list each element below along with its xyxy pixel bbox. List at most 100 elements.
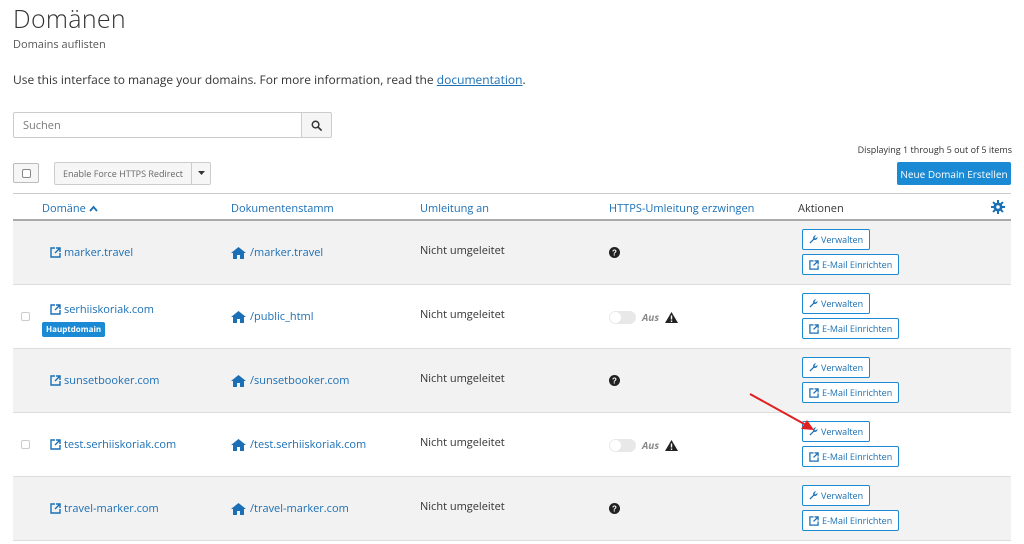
row-checkbox[interactable] xyxy=(21,440,30,449)
external-link-icon xyxy=(50,439,61,450)
external-link-icon xyxy=(50,304,61,315)
email-setup-button[interactable]: E-Mail Einrichten xyxy=(802,318,900,339)
redirect-status: Nicht umgeleitet xyxy=(420,371,505,386)
table-header: Domäne Dokumentenstamm Umleitung an HTTP… xyxy=(13,193,1011,221)
page: Domänen Domains auflisten Use this inter… xyxy=(0,0,1024,544)
external-link-icon xyxy=(50,503,61,514)
email-setup-button[interactable]: E-Mail Einrichten xyxy=(802,446,900,467)
email-setup-label: E-Mail Einrichten xyxy=(822,514,893,527)
email-setup-button[interactable]: E-Mail Einrichten xyxy=(802,254,900,275)
domain-name: sunsetbooker.com xyxy=(64,373,160,388)
docroot-path: /sunsetbooker.com xyxy=(250,373,350,388)
select-all-checkbox[interactable] xyxy=(13,163,39,183)
docroot-path: /marker.travel xyxy=(250,245,324,260)
header-redirect[interactable]: Umleitung an xyxy=(420,201,489,216)
search-button[interactable] xyxy=(302,112,332,138)
documentation-link[interactable]: documentation xyxy=(437,71,523,88)
header-domain: Domäne xyxy=(42,201,86,216)
search-bar xyxy=(13,112,332,138)
svg-text:?: ? xyxy=(612,376,617,385)
intro-body: Use this interface to manage your domain… xyxy=(13,71,437,88)
email-setup-label: E-Mail Einrichten xyxy=(822,322,893,335)
https-status: ? xyxy=(609,503,620,514)
wrench-icon xyxy=(809,235,818,244)
force-https-label: Enable Force HTTPS Redirect xyxy=(55,163,193,184)
email-setup-label: E-Mail Einrichten xyxy=(822,386,893,399)
docroot-link[interactable]: /sunsetbooker.com xyxy=(231,373,349,388)
svg-text:?: ? xyxy=(612,248,617,257)
table-row: travel-marker.com /travel-marker.com Nic… xyxy=(13,477,1011,541)
search-icon xyxy=(311,120,322,131)
docroot-link[interactable]: /marker.travel xyxy=(231,245,323,260)
chevron-down-icon[interactable] xyxy=(192,163,210,184)
manage-label: Verwalten xyxy=(821,489,864,502)
help-icon[interactable]: ? xyxy=(609,247,620,258)
row-checkbox[interactable] xyxy=(21,312,30,321)
domain-link[interactable]: travel-marker.com xyxy=(50,501,159,516)
email-setup-label: E-Mail Einrichten xyxy=(822,450,893,463)
docroot-link[interactable]: /test.serhiiskoriak.com xyxy=(231,437,366,452)
table-row: marker.travel /marker.travel Nicht umgel… xyxy=(13,221,1011,285)
docroot-path: /public_html xyxy=(250,309,314,324)
https-toggle-label: Aus xyxy=(642,438,660,452)
home-icon xyxy=(231,246,246,259)
intro-end: . xyxy=(522,71,526,88)
redirect-status: Nicht umgeleitet xyxy=(420,499,505,514)
email-setup-button[interactable]: E-Mail Einrichten xyxy=(802,510,900,531)
wrench-icon xyxy=(809,491,818,500)
page-subtitle: Domains auflisten xyxy=(13,37,106,52)
https-status: ? xyxy=(609,375,620,386)
https-toggle[interactable] xyxy=(609,438,636,452)
manage-button[interactable]: Verwalten xyxy=(802,485,871,506)
header-actions: Aktionen xyxy=(798,201,844,216)
create-domain-button[interactable]: Neue Domain Erstellen xyxy=(897,162,1011,185)
wrench-icon xyxy=(809,363,818,372)
home-icon xyxy=(231,374,246,387)
settings-gear-icon[interactable] xyxy=(991,200,1005,218)
manage-button[interactable]: Verwalten xyxy=(802,293,871,314)
domain-name: travel-marker.com xyxy=(64,501,159,516)
external-link-icon xyxy=(50,247,61,258)
https-status: ? xyxy=(609,247,620,258)
force-https-dropdown[interactable]: Enable Force HTTPS Redirect xyxy=(54,162,212,185)
help-icon[interactable]: ? xyxy=(609,503,620,514)
external-link-icon xyxy=(50,375,61,386)
docroot-link[interactable]: /public_html xyxy=(231,309,314,324)
help-icon[interactable]: ? xyxy=(609,375,620,386)
manage-label: Verwalten xyxy=(821,361,864,374)
manage-button[interactable]: Verwalten xyxy=(802,229,871,250)
domains-table: Domäne Dokumentenstamm Umleitung an HTTP… xyxy=(13,193,1011,541)
https-status: Aus xyxy=(609,310,679,324)
search-input[interactable] xyxy=(13,112,302,138)
home-icon xyxy=(231,438,246,451)
sort-domain-header[interactable]: Domäne xyxy=(42,201,98,216)
external-link-icon xyxy=(809,259,819,270)
https-toggle[interactable] xyxy=(609,310,636,324)
home-icon xyxy=(231,310,246,323)
pagination-summary: Displaying 1 through 5 out of 5 items xyxy=(857,143,1012,156)
domain-link[interactable]: serhiiskoriak.com xyxy=(50,302,154,317)
manage-label: Verwalten xyxy=(821,233,864,246)
page-title: Domänen xyxy=(13,2,126,36)
domain-name: test.serhiiskoriak.com xyxy=(64,437,177,452)
domain-name: marker.travel xyxy=(64,245,134,260)
header-docroot[interactable]: Dokumentenstamm xyxy=(231,201,334,216)
manage-label: Verwalten xyxy=(821,297,864,310)
annotation-arrow-icon xyxy=(749,393,814,430)
wrench-icon xyxy=(809,299,818,308)
redirect-status: Nicht umgeleitet xyxy=(420,435,505,450)
domain-link[interactable]: marker.travel xyxy=(50,245,133,260)
external-link-icon xyxy=(809,451,819,462)
docroot-link[interactable]: /travel-marker.com xyxy=(231,501,349,516)
redirect-status: Nicht umgeleitet xyxy=(420,243,505,258)
domain-link[interactable]: sunsetbooker.com xyxy=(50,373,159,388)
header-https[interactable]: HTTPS-Umleitung erzwingen xyxy=(609,201,754,216)
manage-label: Verwalten xyxy=(821,425,864,438)
manage-button[interactable]: Verwalten xyxy=(802,357,871,378)
redirect-status: Nicht umgeleitet xyxy=(420,307,505,322)
domain-name: serhiiskoriak.com xyxy=(64,302,154,317)
external-link-icon xyxy=(809,323,819,334)
email-setup-label: E-Mail Einrichten xyxy=(822,258,893,271)
external-link-icon xyxy=(809,515,819,526)
domain-link[interactable]: test.serhiiskoriak.com xyxy=(50,437,176,452)
